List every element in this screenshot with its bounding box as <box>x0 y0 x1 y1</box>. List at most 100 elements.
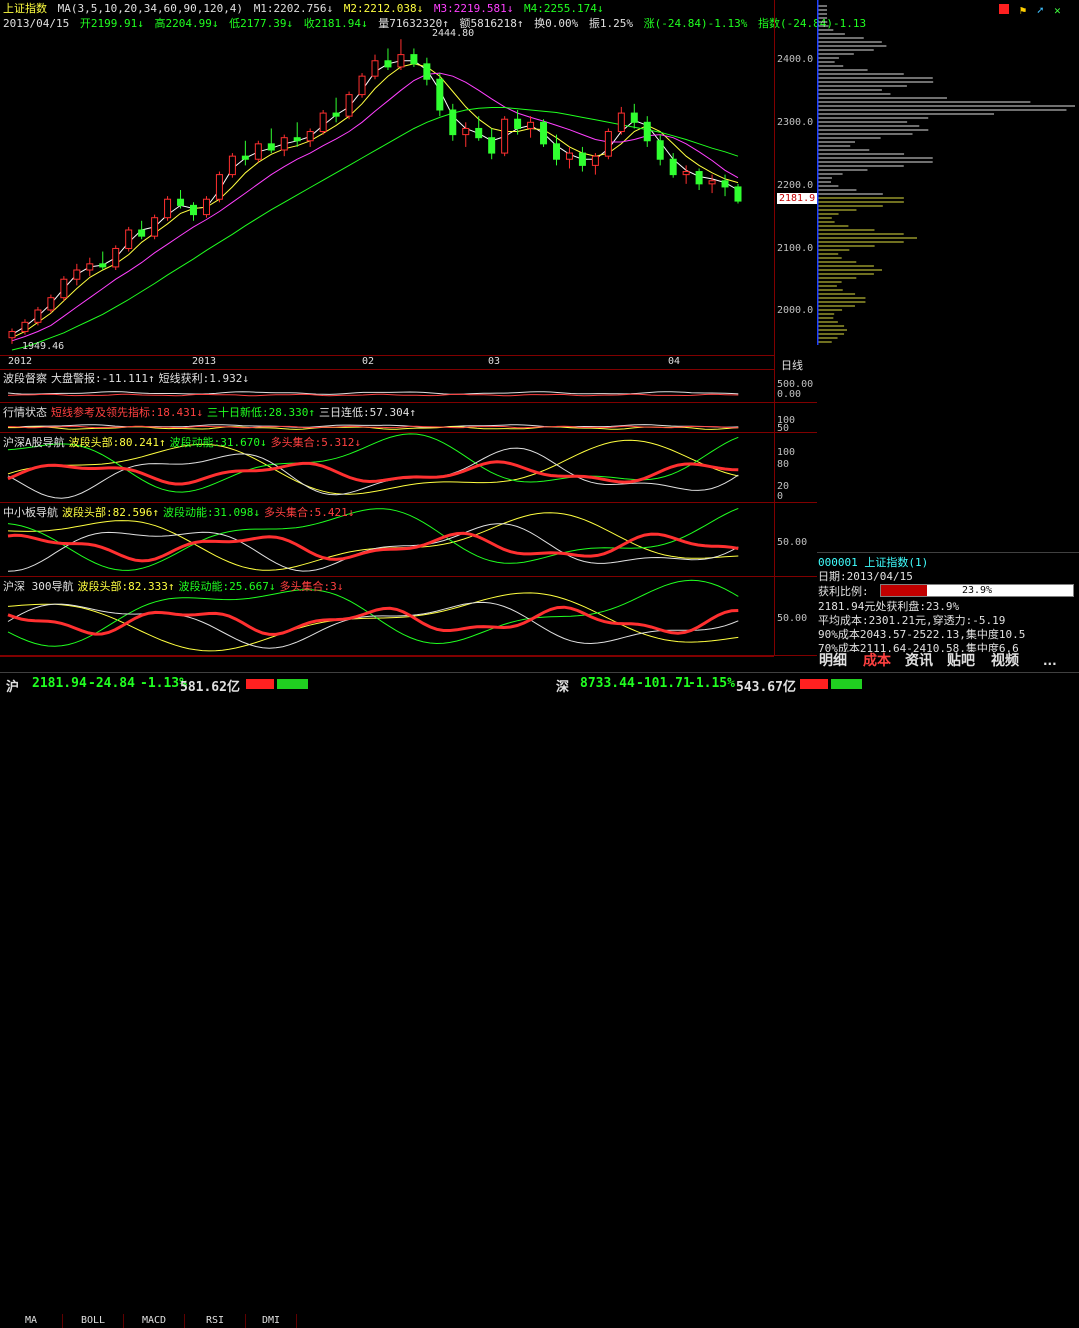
flag-icon[interactable]: ⚑ <box>1020 4 1027 17</box>
candle-body <box>708 180 716 185</box>
tab-detail[interactable]: 明细 <box>819 652 847 671</box>
sz-pct: -1.15% <box>688 676 735 691</box>
candle-body <box>436 78 444 111</box>
candle-body <box>410 54 418 65</box>
profit-ratio-bar: 23.9% <box>880 584 1074 597</box>
candle-body <box>319 112 327 133</box>
indicator-value: 短线获利:1.932↓ <box>158 372 249 385</box>
indicator-value: 波段动能:25.667↓ <box>178 580 276 593</box>
price-tick: 2000.0 <box>777 305 814 316</box>
date-axis: 2012 2013 02 03 04 <box>0 356 774 370</box>
indicator-tick: 0.00 <box>777 389 802 400</box>
tab-video[interactable]: 视频 <box>991 652 1019 671</box>
indicator-header: 行情状态 短线参考及领先指标:18.431↓ 三十日新低:28.330↑ 三日连低:5… <box>3 404 420 420</box>
panel-a-share-nav[interactable]: 沪深A股导航 波段头部:80.241↑ 波段动能:31.670↓ 多头集合:5.312… <box>0 433 774 503</box>
indicator-value: 三十日新低:28.330↑ <box>206 406 315 419</box>
indicator-axis: 100 50 <box>774 403 817 434</box>
tab-news[interactable]: 资讯 <box>905 652 933 671</box>
info-separator <box>817 552 1079 553</box>
indicator-value: 波段动能:31.098↓ <box>162 506 260 519</box>
candle-body <box>553 143 560 160</box>
indicator-value: 波段头部:82.333↑ <box>77 580 175 593</box>
sh-label: 沪 <box>6 680 20 695</box>
candle-body <box>280 137 288 151</box>
candle-body <box>656 140 664 160</box>
candle-body <box>112 247 120 268</box>
red-square-icon[interactable] <box>999 4 1009 14</box>
indicator-value: 大盘警报:-11.111↑ <box>51 372 155 385</box>
tab-macd[interactable]: MACD <box>124 1314 185 1328</box>
candle-body <box>449 109 457 136</box>
candle-body <box>501 118 509 154</box>
candle-body <box>86 263 94 271</box>
candle-body <box>306 131 314 142</box>
panel-band-watch[interactable]: 波段督察 大盘警报:-11.111↑ 短线获利:1.932↓ <box>0 369 774 403</box>
candle-body <box>177 198 185 206</box>
right-tab-bar: 明细 成本 资讯 贴吧 视频 ... <box>817 652 1079 672</box>
ma-line-m1 <box>11 60 739 336</box>
arrow-icon[interactable]: ➚ <box>1037 4 1044 17</box>
indicator-value: 多头集合:3↓ <box>279 580 344 593</box>
candle-body <box>345 94 353 117</box>
indicator-value: 多头集合:5.421↓ <box>263 506 355 519</box>
panel-market-state[interactable]: 行情状态 短线参考及领先指标:18.431↓ 三十日新低:28.330↑ 三日连低:5… <box>0 403 774 433</box>
candle-body <box>578 152 586 166</box>
current-price-tag: 2181.9 <box>777 193 818 204</box>
tab-forum[interactable]: 贴吧 <box>947 652 975 671</box>
cost-distribution-chart <box>817 0 1075 345</box>
indicator-axis: 100 80 20 0 <box>774 433 817 503</box>
ma-line-m4 <box>11 107 739 351</box>
panel-smb-nav[interactable]: 中小板导航 波段头部:82.596↑ 波段动能:31.098↓ 多头集合:5.421↓ <box>0 503 774 577</box>
indicator-tick: 80 <box>777 459 790 470</box>
indicator-title: 沪深A股导航 <box>3 436 65 449</box>
indicator-axis: 50.00 <box>774 503 817 577</box>
candle-body <box>565 152 573 160</box>
cost-distribution-panel[interactable]: ⚑ ➚ ✕ <box>817 0 1079 552</box>
ma-line-m3 <box>11 72 739 342</box>
candle-body <box>254 143 262 160</box>
panel-hs300-nav[interactable]: 沪深 300导航 波段头部:82.333↑ 波段动能:25.667↓ 多头集合:3↓ <box>0 577 774 656</box>
indicator-tab-bar: MA BOLL MACD RSI DMI <box>0 656 774 1328</box>
cost-date-line: 日期:2013/04/15 <box>818 570 913 583</box>
tab-rsi[interactable]: RSI <box>185 1314 246 1328</box>
candle-body <box>734 186 742 202</box>
candle-body <box>384 60 392 68</box>
candle-body <box>34 309 42 323</box>
tab-more[interactable]: ... <box>1043 652 1057 671</box>
candle-body <box>371 60 379 77</box>
tab-ma[interactable]: MA <box>0 1314 63 1328</box>
candle-body <box>423 63 431 80</box>
indicator-header: 沪深A股导航 波段头部:80.241↑ 波段动能:31.670↓ 多头集合:5.312… <box>3 434 365 450</box>
candle-body <box>721 180 729 188</box>
candle-body <box>138 229 146 237</box>
low-label: 1949.46 <box>22 341 65 352</box>
profit-ratio-value: 23.9% <box>961 585 993 596</box>
indicator-line <box>7 605 739 636</box>
indicator-line <box>7 393 739 397</box>
indicator-value: 多头集合:5.312↓ <box>270 436 361 449</box>
candle-body <box>630 112 638 123</box>
candle-body <box>397 54 405 68</box>
sz-amount: 543.67亿 <box>736 680 796 695</box>
indicator-tick: 50.00 <box>777 613 808 624</box>
tab-boll[interactable]: BOLL <box>63 1314 124 1328</box>
tab-dmi[interactable]: DMI <box>246 1314 297 1328</box>
main-chart-panel[interactable]: 2444.80 1949.46 <box>0 0 774 356</box>
price-tick: 2300.0 <box>777 117 814 128</box>
tools-icon[interactable]: ✕ <box>1054 4 1061 17</box>
sz-label: 深 <box>556 680 570 695</box>
candle-body <box>540 121 548 145</box>
tab-cost[interactable]: 成本 <box>863 652 891 671</box>
indicator-header: 中小板导航 波段头部:82.596↑ 波段动能:31.098↓ 多头集合:5.421↓ <box>3 504 358 520</box>
indicator-axis: 50.00 <box>774 577 817 656</box>
indicator-title: 波段督察 <box>3 372 47 385</box>
status-bar: 沪 2181.94 -24.84 -1.13% 581.62亿 深 8733.4… <box>0 672 1079 695</box>
candle-body <box>332 112 340 117</box>
sh-amount: 581.62亿 <box>180 680 240 695</box>
candle-body <box>215 174 223 200</box>
indicator-title: 中小板导航 <box>3 506 58 519</box>
candle-body <box>293 137 301 142</box>
candlestick-chart[interactable] <box>0 0 774 355</box>
indicator-value: 波段动能:31.670↓ <box>169 436 267 449</box>
indicator-line <box>7 447 739 499</box>
